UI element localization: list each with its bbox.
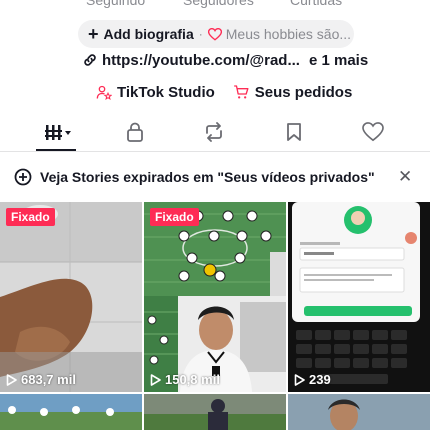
view-count-value: 150,8 mil bbox=[165, 372, 220, 387]
following-label[interactable]: Seguindo bbox=[86, 0, 145, 8]
heart-icon bbox=[362, 122, 384, 142]
view-count-value: 683,7 mil bbox=[21, 372, 76, 387]
active-tab-indicator bbox=[36, 149, 76, 151]
person-star-icon bbox=[96, 85, 112, 100]
tab-liked[interactable] bbox=[358, 120, 388, 144]
video-grid: Fixado 683,7 mil Fixado 150,8 mil 239 bbox=[0, 202, 430, 430]
tab-videos[interactable] bbox=[42, 120, 76, 144]
heart-outline-icon bbox=[207, 27, 222, 41]
videos-grid-icon bbox=[45, 125, 71, 140]
likes-label[interactable]: Curtidas bbox=[290, 0, 342, 8]
profile-link-url[interactable]: https://youtube.com/@rad... bbox=[102, 52, 300, 69]
tab-saved[interactable] bbox=[279, 120, 309, 144]
your-orders-link[interactable]: Seus pedidos bbox=[255, 84, 353, 101]
play-icon bbox=[150, 373, 161, 386]
repost-icon bbox=[206, 122, 222, 142]
play-icon bbox=[6, 373, 17, 386]
pinned-badge: Fixado bbox=[6, 208, 55, 226]
video-thumbnail bbox=[288, 394, 430, 430]
add-bio-chip[interactable]: + Add biografia · Meus hobbies são... bbox=[78, 20, 354, 48]
video-tile[interactable]: 239 bbox=[288, 202, 430, 392]
video-thumbnail bbox=[0, 394, 142, 430]
video-thumbnail bbox=[288, 202, 430, 392]
separator: · bbox=[198, 27, 203, 41]
video-tile[interactable] bbox=[144, 394, 286, 430]
profile-link-row[interactable]: https://youtube.com/@rad... e 1 mais bbox=[82, 50, 368, 70]
close-icon[interactable]: ✕ bbox=[398, 167, 412, 187]
view-count-value: 239 bbox=[309, 372, 331, 387]
video-tile[interactable] bbox=[288, 394, 430, 430]
view-count: 683,7 mil bbox=[6, 372, 76, 387]
stories-notice-text: Veja Stories expirados em "Seus vídeos p… bbox=[40, 169, 375, 185]
add-circle-icon bbox=[14, 168, 32, 186]
view-count: 150,8 mil bbox=[150, 372, 220, 387]
hobby-placeholder: Meus hobbies são... bbox=[225, 26, 352, 42]
shopping-cart-icon bbox=[233, 85, 249, 99]
video-thumbnail bbox=[144, 394, 286, 430]
add-bio-label: Add biografia bbox=[103, 26, 194, 42]
video-tile[interactable] bbox=[0, 394, 142, 430]
bookmark-icon bbox=[287, 123, 301, 141]
profile-stats: Seguindo Seguidores Curtidas bbox=[0, 0, 430, 8]
stories-notice[interactable]: Veja Stories expirados em "Seus vídeos p… bbox=[0, 162, 430, 192]
more-links-label[interactable]: e 1 mais bbox=[309, 52, 368, 69]
profile-actions: TikTok Studio Seus pedidos bbox=[96, 81, 352, 103]
video-thumbnail bbox=[144, 202, 286, 392]
lock-icon bbox=[127, 122, 143, 142]
video-tile[interactable]: Fixado 683,7 mil bbox=[0, 202, 142, 392]
play-icon bbox=[294, 373, 305, 386]
tab-private[interactable] bbox=[120, 120, 150, 144]
tiktok-studio-link[interactable]: TikTok Studio bbox=[117, 84, 215, 101]
followers-label[interactable]: Seguidores bbox=[183, 0, 254, 8]
plus-icon: + bbox=[88, 24, 99, 44]
profile-tabs bbox=[0, 116, 430, 152]
tab-reposts[interactable] bbox=[199, 120, 229, 144]
view-count: 239 bbox=[294, 372, 331, 387]
link-icon bbox=[84, 54, 96, 66]
pinned-badge: Fixado bbox=[150, 208, 199, 226]
video-tile[interactable]: Fixado 150,8 mil bbox=[144, 202, 286, 392]
video-thumbnail bbox=[0, 202, 142, 392]
